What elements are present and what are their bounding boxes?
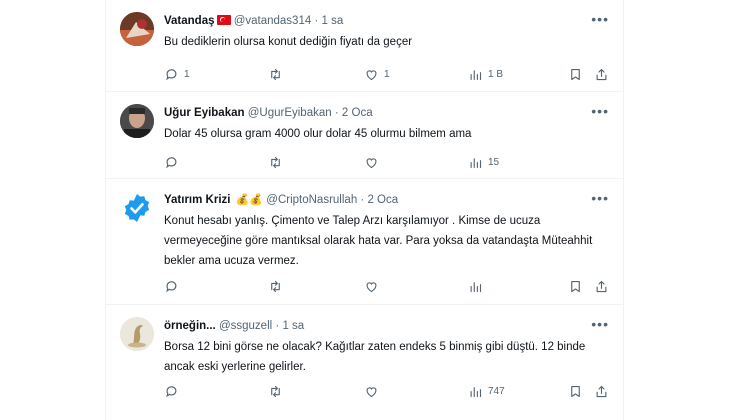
- views-count: 1 B: [488, 68, 504, 80]
- reply-icon: [166, 156, 177, 168]
- action-bar: 15: [164, 154, 613, 170]
- money-bag-icon: 💰💰: [235, 194, 264, 206]
- like-icon: [366, 386, 377, 397]
- share-button[interactable]: [594, 66, 609, 82]
- author-name[interactable]: örneğin...: [164, 320, 216, 332]
- reply-icon: [166, 280, 177, 292]
- more-icon[interactable]: •••: [591, 191, 609, 205]
- share-icon: [596, 385, 607, 397]
- tweet-text: Borsa 12 bini görse ne olacak? Kağıtlar …: [164, 341, 586, 373]
- tweet-text: Konut hesabı yanlış. Çimento ve Talep Ar…: [164, 215, 593, 267]
- tweet[interactable]: Yatırım Krizi 💰💰 @CriptoNasrullah · 2 Oc…: [106, 179, 623, 305]
- separator-dot: ·: [334, 107, 339, 119]
- bookmark-icon: [571, 280, 580, 292]
- reply-button[interactable]: 1: [164, 66, 190, 82]
- retweet-button[interactable]: [268, 154, 288, 170]
- views-button[interactable]: [468, 278, 483, 294]
- reply-button[interactable]: [164, 278, 179, 294]
- tweet-header: örneğin... @ssguzell · 1 sa: [164, 317, 613, 335]
- tweet[interactable]: örneğin... @ssguzell · 1 sa ••• Borsa 12…: [106, 305, 623, 420]
- like-icon: [366, 157, 377, 168]
- action-bar: [164, 278, 613, 294]
- author-name[interactable]: Uğur Eyibakan: [164, 107, 245, 119]
- retweet-icon: [271, 156, 280, 168]
- action-bar: 747: [164, 383, 613, 399]
- retweet-button[interactable]: [268, 66, 288, 82]
- views-button[interactable]: 747: [468, 383, 505, 399]
- bookmark-button[interactable]: [568, 66, 583, 82]
- retweet-icon: [271, 280, 280, 292]
- avatar[interactable]: [120, 317, 154, 351]
- separator-dot: ·: [360, 194, 365, 206]
- author-handle[interactable]: @ssguzell: [219, 320, 272, 332]
- author-name[interactable]: Yatırım Krizi: [164, 194, 230, 206]
- views-icon: [470, 386, 482, 397]
- turkey-flag-icon: [216, 15, 231, 25]
- bookmark-button[interactable]: [568, 383, 583, 399]
- tweet-time[interactable]: 1 sa: [282, 320, 304, 332]
- share-button[interactable]: [594, 278, 609, 294]
- like-button[interactable]: 1: [364, 66, 390, 82]
- avatar-photo: [120, 104, 154, 138]
- separator-dot: ·: [314, 15, 319, 27]
- more-icon[interactable]: •••: [591, 12, 609, 26]
- like-button[interactable]: [364, 278, 379, 294]
- tweet-header: Uğur Eyibakan @UgurEyibakan · 2 Oca: [164, 104, 613, 122]
- tweet-time[interactable]: 2 Oca: [367, 194, 398, 206]
- reply-icon: [166, 68, 177, 80]
- tweet[interactable]: Vatandaş @vatandas314 · 1 sa ••• Bu dedi…: [106, 0, 623, 92]
- like-button[interactable]: [364, 383, 379, 399]
- views-icon: [470, 69, 482, 80]
- verified-badge-avatar: [120, 191, 154, 225]
- views-button[interactable]: 1 B: [468, 66, 503, 82]
- action-bar: 1 1 1 B: [164, 66, 613, 82]
- tweet-text: Dolar 45 olursa gram 4000 olur dolar 45 …: [164, 128, 472, 140]
- reply-count: 1: [184, 68, 190, 80]
- tweet-time[interactable]: 2 Oca: [342, 107, 373, 119]
- views-count: 15: [488, 156, 500, 168]
- author-name[interactable]: Vatandaş: [164, 15, 215, 27]
- retweet-icon: [271, 68, 280, 80]
- bookmark-button[interactable]: [568, 278, 583, 294]
- tweet-header: Vatandaş @vatandas314 · 1 sa: [164, 12, 613, 30]
- author-handle[interactable]: @vatandas314: [234, 15, 312, 27]
- avatar-photo: [120, 317, 154, 351]
- avatar[interactable]: [120, 104, 154, 138]
- views-icon: [470, 281, 482, 292]
- views-count: 747: [488, 385, 505, 397]
- reply-icon: [166, 385, 177, 397]
- avatar-photo: [120, 12, 154, 46]
- tweet-time[interactable]: 1 sa: [322, 15, 344, 27]
- share-icon: [596, 68, 607, 80]
- avatar[interactable]: [120, 191, 154, 225]
- share-button[interactable]: [594, 383, 609, 399]
- retweet-button[interactable]: [268, 278, 283, 294]
- like-icon: [366, 281, 377, 292]
- more-icon[interactable]: •••: [591, 104, 609, 118]
- like-icon: [366, 69, 377, 80]
- tweet[interactable]: Uğur Eyibakan @UgurEyibakan · 2 Oca ••• …: [106, 92, 623, 179]
- like-count: 1: [384, 68, 390, 80]
- reply-button[interactable]: [164, 154, 184, 170]
- avatar[interactable]: [120, 12, 154, 46]
- share-icon: [596, 280, 607, 292]
- like-button[interactable]: [364, 154, 384, 170]
- retweet-button[interactable]: [268, 383, 283, 399]
- retweet-icon: [271, 385, 280, 397]
- reply-button[interactable]: [164, 383, 179, 399]
- reply-feed: Vatandaş @vatandas314 · 1 sa ••• Bu dedi…: [106, 0, 623, 420]
- views-icon: [470, 157, 482, 168]
- tweet-header: Yatırım Krizi 💰💰 @CriptoNasrullah · 2 Oc…: [164, 191, 613, 209]
- separator-dot: ·: [275, 320, 280, 332]
- bookmark-icon: [571, 68, 580, 80]
- tweet-text: Bu dediklerin olursa konut dediğin fiyat…: [164, 36, 413, 48]
- author-handle[interactable]: @UgurEyibakan: [248, 107, 332, 119]
- author-handle[interactable]: @CriptoNasrullah: [266, 194, 357, 206]
- feed-right-border: [623, 0, 624, 420]
- more-icon[interactable]: •••: [591, 317, 609, 331]
- bookmark-icon: [571, 385, 580, 397]
- views-button[interactable]: 15: [468, 154, 499, 170]
